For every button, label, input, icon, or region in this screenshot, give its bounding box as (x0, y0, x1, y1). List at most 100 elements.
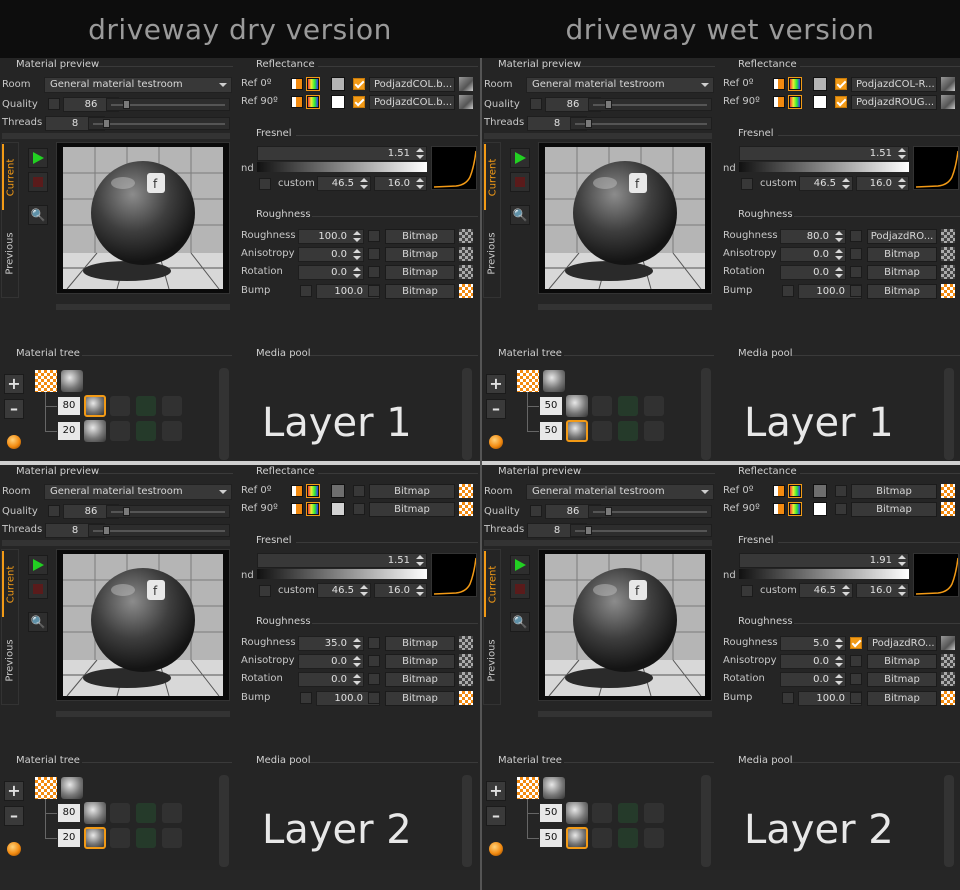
quality-checkbox[interactable] (48, 505, 60, 517)
custom-field-b[interactable]: 16.0 (856, 583, 909, 598)
ref0-map-button[interactable]: Bitmap (851, 484, 937, 499)
material-root-icon[interactable] (517, 777, 539, 799)
material-tree-scrollbar[interactable] (701, 368, 711, 460)
rotation-map-button[interactable]: Bitmap (867, 672, 937, 687)
custom-checkbox[interactable] (259, 585, 271, 597)
tab-previous[interactable]: Previous (484, 218, 500, 288)
rotation-map-checkbox[interactable] (850, 673, 862, 685)
roughness-field[interactable]: 100.0 (298, 229, 364, 244)
tab-current[interactable]: Current (2, 551, 18, 617)
anisotropy-map-checkbox[interactable] (850, 248, 862, 260)
layer-node-top[interactable] (84, 802, 106, 824)
ref90-map-checkbox[interactable] (353, 503, 365, 515)
spinner-icon[interactable] (360, 585, 368, 596)
room-dropdown[interactable]: General material testroom (526, 484, 714, 500)
material-sphere-icon[interactable] (7, 435, 21, 449)
ref0-spectrum-icon[interactable] (306, 77, 320, 91)
remove-layer-button[interactable]: – (486, 806, 506, 826)
ref90-color-mode-icon[interactable] (291, 96, 303, 108)
render-play-button[interactable] (28, 148, 48, 168)
ref90-map-checkbox[interactable] (835, 96, 847, 108)
quality-slider[interactable] (588, 98, 712, 111)
ref90-color-mode-icon[interactable] (773, 96, 785, 108)
ref0-spectrum-icon[interactable] (306, 484, 320, 498)
spinner-icon[interactable] (835, 249, 843, 260)
spinner-icon[interactable] (416, 555, 424, 566)
nd-field[interactable]: 1.51 (257, 553, 427, 568)
spinner-icon[interactable] (416, 585, 424, 596)
preview-scrollbar[interactable] (2, 540, 230, 546)
ref0-color-mode-icon[interactable] (773, 485, 785, 497)
ref0-map-button[interactable]: PodjazdCOL.b... (369, 77, 455, 92)
roughness-map-button[interactable]: Bitmap (385, 636, 455, 651)
render-play-button[interactable] (510, 148, 530, 168)
threads-slider[interactable] (570, 524, 712, 537)
threads-slider[interactable] (88, 524, 230, 537)
tab-previous[interactable]: Previous (484, 625, 500, 695)
custom-checkbox[interactable] (741, 178, 753, 190)
tab-current[interactable]: Current (484, 551, 500, 617)
anisotropy-field[interactable]: 0.0 (780, 247, 846, 262)
custom-field-a[interactable]: 46.5 (317, 176, 371, 191)
tab-previous[interactable]: Previous (2, 218, 18, 288)
ref90-color-mode-icon[interactable] (773, 503, 785, 515)
ref90-color-mode-icon[interactable] (291, 503, 303, 515)
material-root-sphere-icon[interactable] (543, 777, 565, 799)
spinner-icon[interactable] (835, 231, 843, 242)
material-sphere-icon[interactable] (489, 842, 503, 856)
ref90-map-button[interactable]: Bitmap (851, 502, 937, 517)
custom-field-a[interactable]: 46.5 (317, 583, 371, 598)
spinner-icon[interactable] (898, 178, 906, 189)
ref90-map-button[interactable]: Bitmap (369, 502, 455, 517)
spinner-icon[interactable] (835, 638, 843, 649)
custom-checkbox[interactable] (741, 585, 753, 597)
media-pool-scrollbar[interactable] (944, 775, 954, 867)
ref90-color-swatch[interactable] (331, 502, 345, 516)
layer-weight-top[interactable]: 50 (540, 804, 562, 822)
ref0-map-button[interactable]: Bitmap (369, 484, 455, 499)
ref90-spectrum-icon[interactable] (306, 95, 320, 109)
layer-weight-top[interactable]: 50 (540, 397, 562, 415)
ref90-map-button[interactable]: PodjazdCOL.b... (369, 95, 455, 110)
anisotropy-map-button[interactable]: Bitmap (867, 247, 937, 262)
anisotropy-field[interactable]: 0.0 (298, 247, 364, 262)
bump-checkbox[interactable] (300, 692, 312, 704)
rotation-map-checkbox[interactable] (368, 266, 380, 278)
material-root-sphere-icon[interactable] (543, 370, 565, 392)
layer-node-bottom[interactable] (566, 827, 588, 849)
custom-field-b[interactable]: 16.0 (374, 583, 427, 598)
anisotropy-map-checkbox[interactable] (850, 655, 862, 667)
bump-map-checkbox[interactable] (368, 285, 380, 297)
layer-node-top[interactable] (566, 395, 588, 417)
quality-checkbox[interactable] (48, 98, 60, 110)
media-pool-scrollbar[interactable] (462, 775, 472, 867)
tab-current[interactable]: Current (2, 144, 18, 210)
nd-field[interactable]: 1.51 (739, 146, 909, 161)
bump-map-button[interactable]: Bitmap (385, 691, 455, 706)
ref90-spectrum-icon[interactable] (788, 95, 802, 109)
rotation-map-checkbox[interactable] (850, 266, 862, 278)
render-play-button[interactable] (510, 555, 530, 575)
spinner-icon[interactable] (353, 638, 361, 649)
material-tree-scrollbar[interactable] (219, 775, 229, 867)
rotation-field[interactable]: 0.0 (780, 672, 846, 687)
ref0-map-checkbox[interactable] (835, 78, 847, 90)
ref0-map-button[interactable]: PodjazdCOL-R... (851, 77, 937, 92)
quality-checkbox[interactable] (530, 98, 542, 110)
spinner-icon[interactable] (842, 585, 850, 596)
roughness-map-checkbox[interactable] (368, 637, 380, 649)
spinner-icon[interactable] (353, 267, 361, 278)
add-layer-button[interactable]: + (486, 781, 506, 801)
ref90-map-checkbox[interactable] (353, 96, 365, 108)
layer-node-bottom[interactable] (84, 420, 106, 442)
threads-slider[interactable] (570, 117, 712, 130)
spinner-icon[interactable] (353, 231, 361, 242)
rotation-field[interactable]: 0.0 (780, 265, 846, 280)
ref90-color-swatch[interactable] (813, 502, 827, 516)
ref0-map-checkbox[interactable] (835, 485, 847, 497)
rotation-field[interactable]: 0.0 (298, 265, 364, 280)
ref90-color-swatch[interactable] (331, 95, 345, 109)
ref90-map-button[interactable]: PodjazdROUG... (851, 95, 937, 110)
pick-material-button[interactable]: 🔍 (28, 205, 48, 225)
ref0-spectrum-icon[interactable] (788, 484, 802, 498)
